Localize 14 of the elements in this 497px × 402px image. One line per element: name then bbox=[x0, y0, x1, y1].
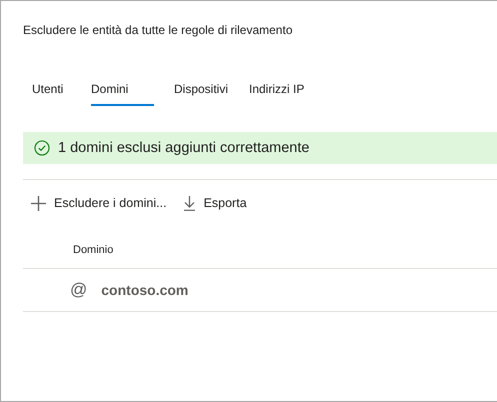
page-title: Escludere le entità da tutte le regole di rilevamento bbox=[23, 23, 294, 37]
export-button[interactable]: Esporta bbox=[182, 196, 247, 210]
at-sign-icon: @ bbox=[70, 280, 88, 300]
plus-icon bbox=[31, 196, 46, 210]
banner-message: 1 domini esclusi aggiunti correttamente bbox=[58, 140, 310, 156]
tab[interactable]: Indirizzi IP bbox=[249, 78, 304, 106]
add-button[interactable]: Escludere i domini... bbox=[31, 196, 167, 210]
column-header: Dominio bbox=[72, 243, 114, 258]
tab[interactable]: Utenti bbox=[32, 78, 64, 106]
tab[interactable]: Dispositivi bbox=[174, 78, 228, 106]
domain-cell: contoso.com bbox=[101, 282, 188, 298]
tab[interactable]: Domini bbox=[91, 78, 154, 106]
download-icon bbox=[182, 196, 196, 210]
check-circle-icon bbox=[34, 140, 50, 156]
